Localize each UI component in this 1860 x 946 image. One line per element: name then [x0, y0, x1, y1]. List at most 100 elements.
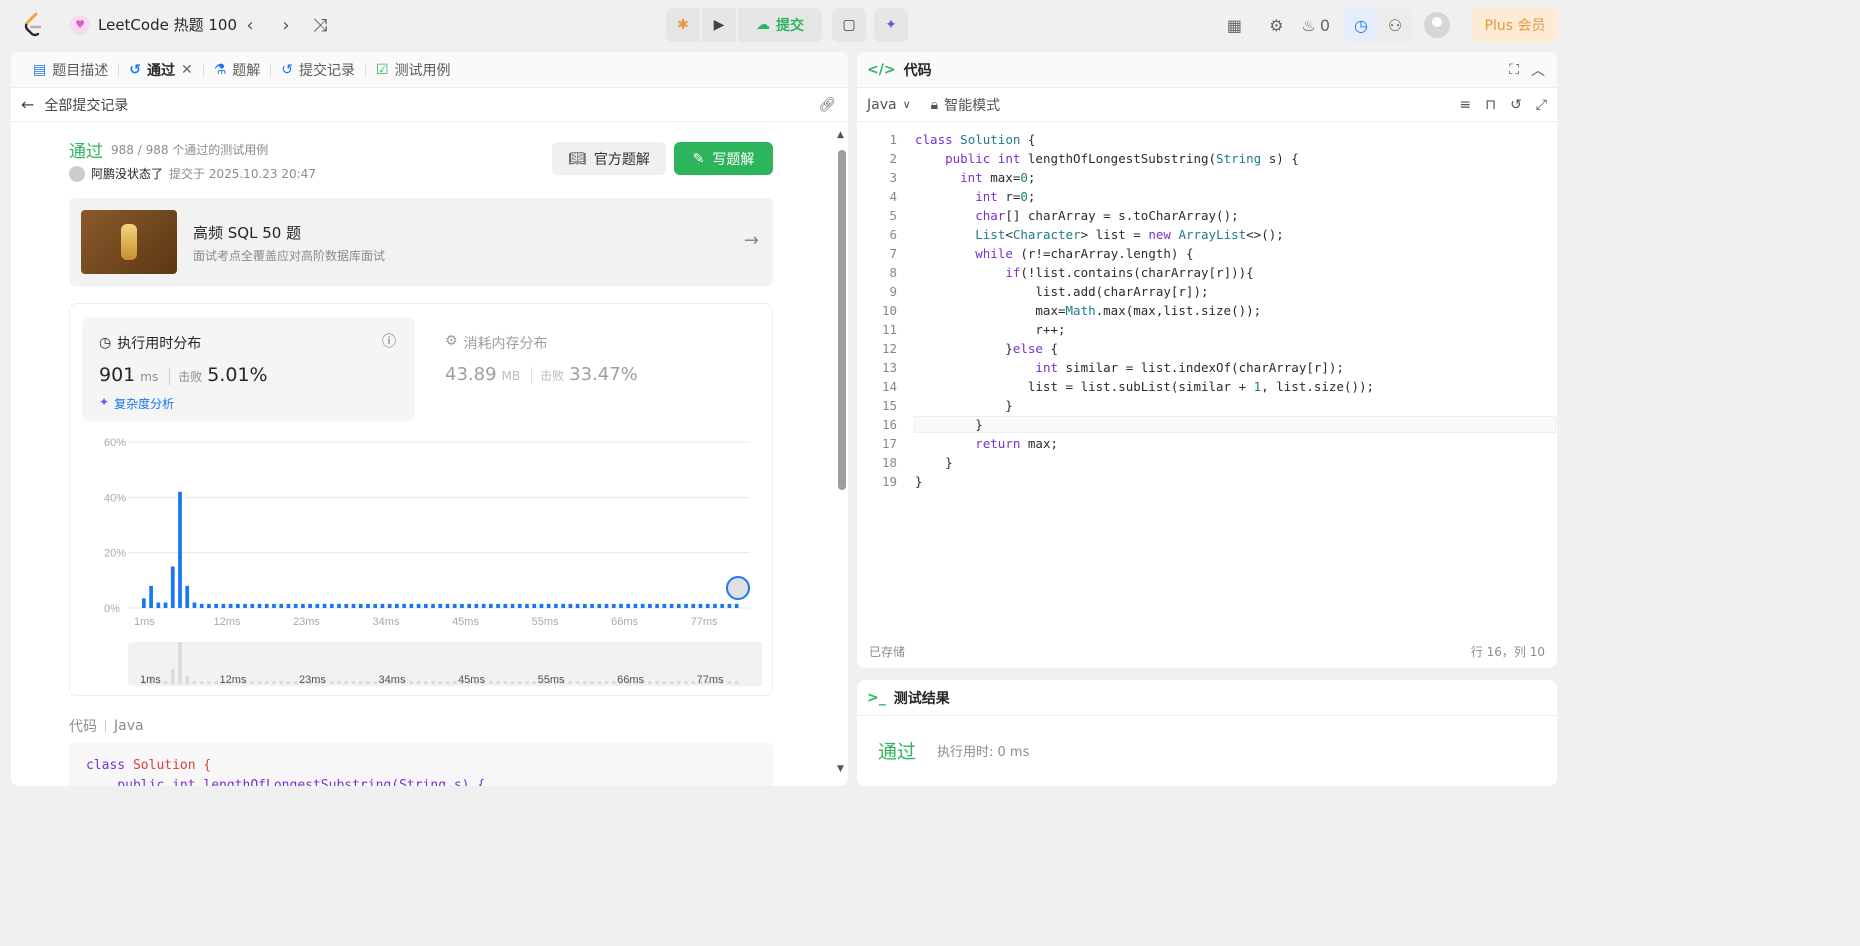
official-solution-button[interactable]: 📖︎ 官方题解 [552, 142, 666, 175]
chart-bar[interactable] [409, 603, 414, 608]
code-line[interactable]: int r=0; [915, 189, 1035, 204]
chart-bar[interactable] [387, 603, 392, 608]
complexity-link[interactable]: ✦ 复杂度分析 [99, 395, 174, 412]
code-line[interactable]: int max=0; [915, 170, 1035, 185]
my-submission-marker[interactable] [726, 576, 750, 600]
code-line[interactable]: } [915, 398, 1013, 413]
chart-bar[interactable] [705, 603, 710, 608]
code-line[interactable]: } [915, 455, 953, 470]
code-line[interactable]: r++; [915, 322, 1065, 337]
chart-bar[interactable] [156, 602, 161, 608]
chart-bar[interactable] [214, 603, 219, 608]
chart-bar[interactable] [373, 603, 378, 608]
chart-bar[interactable] [279, 603, 284, 608]
scroll-up-icon[interactable]: ▲ [837, 130, 844, 140]
all-submissions-link[interactable]: 全部提交记录 [44, 95, 128, 115]
collapse-icon[interactable]: ︿ [1531, 60, 1545, 80]
chart-bar[interactable] [301, 603, 305, 608]
chart-bar[interactable] [207, 603, 211, 608]
chart-bar[interactable] [431, 603, 435, 608]
chart-bar[interactable] [539, 603, 544, 608]
memory-title-row[interactable]: ⚙ 消耗内存分布 [445, 333, 548, 353]
chart-bar[interactable] [698, 603, 703, 608]
code-line[interactable]: list = list.subList(similar + 1, list.si… [915, 379, 1374, 394]
chart-bar[interactable] [344, 603, 349, 608]
shuffle-icon[interactable]: ⤨ [308, 13, 332, 37]
chart-bar[interactable] [575, 603, 580, 608]
chart-bar[interactable] [554, 603, 558, 608]
code-line[interactable]: public int lengthOfLongestSubstring(Stri… [915, 151, 1299, 166]
scroll-down-icon[interactable]: ▼ [837, 764, 844, 774]
chart-bar[interactable] [149, 585, 153, 608]
close-icon[interactable]: ✕ [181, 62, 193, 78]
chart-bar[interactable] [481, 603, 486, 608]
chart-bar[interactable] [402, 603, 406, 608]
chart-bar[interactable] [590, 603, 594, 608]
chart-bar[interactable] [662, 603, 667, 608]
chart-bar[interactable] [358, 603, 363, 608]
chart-bar[interactable] [611, 603, 616, 608]
chart-bar[interactable] [582, 603, 587, 608]
chart-bar[interactable] [496, 603, 500, 608]
code-line[interactable]: int similar = list.indexOf(charArray[r])… [915, 360, 1344, 375]
code-line[interactable]: if(!list.contains(charArray[r])){ [915, 265, 1253, 280]
chart-bar[interactable] [684, 603, 688, 608]
chart-bar[interactable] [532, 603, 537, 608]
chart-bar[interactable] [257, 603, 262, 608]
chart-bar[interactable] [235, 603, 240, 608]
chart-bar[interactable] [395, 603, 399, 608]
chart-bar[interactable] [467, 603, 472, 608]
debug-button[interactable]: ✱ [666, 8, 700, 42]
chart-bar[interactable] [648, 603, 652, 608]
chart-bar[interactable] [633, 603, 638, 608]
ai-button[interactable]: ✦ [874, 8, 908, 42]
write-solution-button[interactable]: ✎ 写题解 [674, 142, 773, 175]
chart-bar[interactable] [329, 603, 334, 608]
leetcode-logo-icon[interactable] [22, 12, 44, 38]
code-line[interactable]: }else { [915, 341, 1058, 356]
add-friend-icon[interactable]: ⚇ [1378, 8, 1412, 42]
chart-bar[interactable] [445, 603, 450, 608]
chart-bar[interactable] [351, 603, 356, 608]
chart-bar[interactable] [510, 603, 515, 608]
chart-bar[interactable] [286, 603, 291, 608]
info-icon[interactable]: ⓘ [382, 331, 396, 351]
chart-bar[interactable] [228, 603, 233, 608]
timer-icon[interactable]: ◷ [1344, 8, 1378, 42]
notes-button[interactable]: ▢ [832, 8, 866, 42]
fullscreen-icon[interactable]: ⛶ [1509, 62, 1519, 78]
chart-bar[interactable] [597, 603, 602, 608]
chart-bar[interactable] [322, 603, 327, 608]
format-icon[interactable]: ≡ [1459, 97, 1471, 113]
next-problem-icon[interactable]: › [274, 13, 298, 37]
user-name[interactable]: 阿鹏没状态了 [91, 165, 163, 182]
chart-bar[interactable] [546, 603, 551, 608]
tab-solutions[interactable]: ⚗ 题解 [204, 52, 271, 88]
chart-bar[interactable] [192, 602, 197, 608]
code-line[interactable]: return max; [915, 436, 1058, 451]
chart-bar[interactable] [315, 603, 320, 608]
chart-bar[interactable] [669, 603, 674, 608]
tab-submissions[interactable]: ↺ 提交记录 [271, 52, 365, 88]
chart-bar[interactable] [308, 603, 312, 608]
settings-icon[interactable]: ⚙ [1259, 8, 1293, 42]
chart-bar[interactable] [416, 603, 421, 608]
code-line[interactable]: max=Math.max(max,list.size()); [915, 303, 1261, 318]
chart-bar[interactable] [452, 603, 457, 608]
chart-bar[interactable] [727, 603, 732, 608]
chart-bar[interactable] [488, 603, 493, 608]
chart-bar[interactable] [474, 603, 479, 608]
chart-bar[interactable] [525, 603, 529, 608]
plus-member-button[interactable]: Plus 会员 [1472, 8, 1558, 42]
chart-bar[interactable] [438, 603, 443, 608]
code-line[interactable]: char[] charArray = s.toCharArray(); [915, 208, 1238, 223]
reset-icon[interactable]: ↺ [1510, 97, 1522, 113]
chart-bar[interactable] [272, 603, 276, 608]
expand-icon[interactable]: ⤢ [1536, 97, 1547, 113]
problem-list-title[interactable]: ♥ LeetCode 热题 100 [70, 14, 237, 35]
runtime-distribution-chart[interactable]: 0% 20% 40% 60% 1ms 12ms 23ms 34ms 45ms 55ms 66ms 77… [82, 430, 762, 690]
chart-bar[interactable] [380, 603, 385, 608]
chart-bar[interactable] [619, 603, 623, 608]
code-line[interactable]: } [915, 474, 923, 489]
chart-bar[interactable] [640, 603, 645, 608]
